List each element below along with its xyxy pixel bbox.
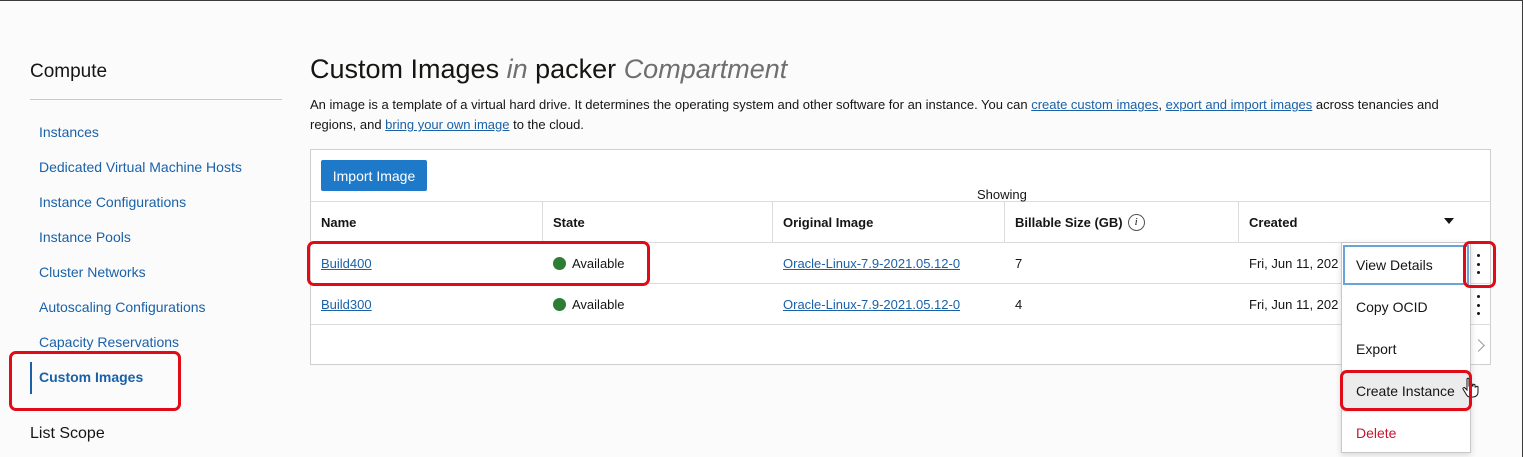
sidebar-item-instances[interactable]: Instances [39,124,99,140]
table-header: Name State Original Image Billable Size … [311,201,1490,243]
sidebar-item-cluster-networks[interactable]: Cluster Networks [39,264,146,280]
cell-size: 4 [1015,297,1023,312]
import-image-button[interactable]: Import Image [321,160,427,191]
active-item-indicator [30,362,32,394]
column-header-created[interactable]: Created [1239,202,1490,242]
column-label: State [553,214,585,230]
page-title-main: Custom Images [310,54,500,84]
column-header-original-image[interactable]: Original Image [773,202,1005,242]
compartment-suffix: Compartment [623,54,788,84]
original-image-link[interactable]: Oracle-Linux-7.9-2021.05.12-0 [783,297,960,312]
sort-descending-icon[interactable] [1444,218,1454,224]
cell-state: Available [543,243,625,284]
create-custom-images-link[interactable]: create custom images [1031,97,1158,112]
table-row: Build400 Available Oracle-Linux-7.9-2021… [311,243,1490,284]
page-title: Custom Images in packer Compartment [310,54,787,85]
row-actions-menu-icon[interactable] [1474,254,1482,274]
column-label: Created [1249,214,1298,230]
sidebar-item-instance-pools[interactable]: Instance Pools [39,229,131,245]
cell-name: Build400 [311,243,372,284]
column-header-state[interactable]: State [543,202,773,242]
cell-created: Fri, Jun 11, 202 [1249,297,1339,312]
sidebar-title: Compute [30,61,108,82]
sidebar-item-autoscaling-configurations[interactable]: Autoscaling Configurations [39,299,206,315]
cell-original-image: Oracle-Linux-7.9-2021.05.12-0 [773,243,960,284]
sidebar-item-capacity-reservations[interactable]: Capacity Reservations [39,334,179,350]
menu-item-delete[interactable]: Delete [1342,412,1470,454]
page-title-in: in [506,54,528,84]
column-label: Original Image [783,214,874,230]
menu-item-create-instance[interactable]: Create Instance [1342,370,1470,412]
image-name-link[interactable]: Build300 [321,297,372,312]
row-actions-menu-icon[interactable] [1474,295,1482,315]
info-icon[interactable]: i [1127,213,1145,231]
column-label: Billable Size (GB) [1015,214,1123,230]
description-text: , [1158,97,1166,112]
bring-your-own-image-link[interactable]: bring your own image [385,117,509,132]
sidebar-item-custom-images[interactable]: Custom Images [39,369,143,385]
available-status-icon [553,298,566,311]
available-status-icon [553,257,566,270]
hand-cursor-icon [1462,377,1479,398]
menu-item-export[interactable]: Export [1342,328,1470,370]
original-image-link[interactable]: Oracle-Linux-7.9-2021.05.12-0 [783,256,960,271]
cell-name: Build300 [311,284,372,325]
cell-state: Available [543,284,625,325]
menu-item-copy-ocid[interactable]: Copy OCID [1342,286,1470,328]
sidebar-divider [30,99,282,100]
list-scope-heading: List Scope [30,425,105,442]
table-row: Build300 Available Oracle-Linux-7.9-2021… [311,284,1490,325]
column-header-billable-size[interactable]: Billable Size (GB) i [1005,202,1239,242]
description-text: An image is a template of a virtual hard… [310,97,1032,112]
state-label: Available [572,297,625,312]
compartment-name: packer [535,54,617,84]
description-text: to the cloud. [509,117,584,132]
page-description: An image is a template of a virtual hard… [310,95,1440,135]
export-import-images-link[interactable]: export and import images [1166,97,1313,112]
pagination-summary: Showing [977,187,1027,202]
state-label: Available [572,256,625,271]
column-label: Name [321,214,357,230]
menu-item-view-details[interactable]: View Details [1342,244,1470,286]
image-name-link[interactable]: Build400 [321,256,372,271]
cell-original-image: Oracle-Linux-7.9-2021.05.12-0 [773,284,960,325]
sidebar-item-dedicated-vm-hosts[interactable]: Dedicated Virtual Machine Hosts [39,159,242,175]
cell-size: 7 [1015,256,1023,271]
cell-created: Fri, Jun 11, 202 [1249,256,1339,271]
custom-images-table: Import Image Name State Original Image B… [310,149,1491,365]
column-header-name[interactable]: Name [311,202,543,242]
row-actions-menu: View Details Copy OCID Export Create Ins… [1341,242,1471,453]
sidebar-item-instance-configurations[interactable]: Instance Configurations [39,194,186,210]
